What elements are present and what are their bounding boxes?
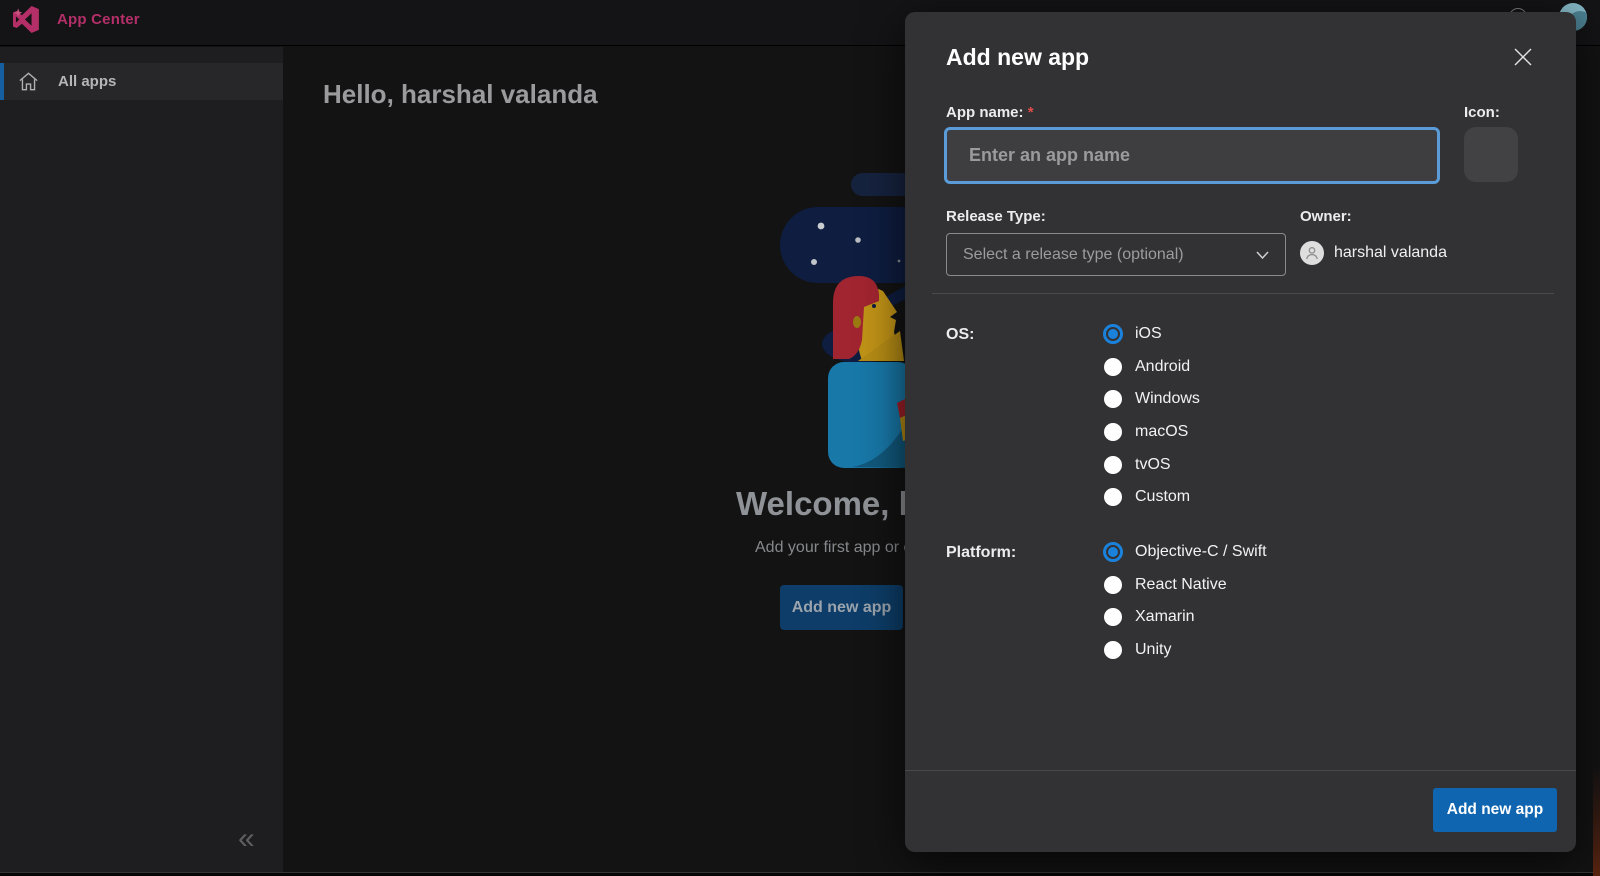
owner-avatar-icon — [1300, 241, 1324, 265]
radio-icon[interactable] — [1104, 455, 1122, 474]
owner-name: harshal valanda — [1334, 244, 1447, 261]
radio-label: Windows — [1135, 390, 1200, 408]
platform-option-xamarin[interactable]: Xamarin — [1103, 601, 1267, 634]
radio-icon[interactable] — [1104, 575, 1122, 594]
submit-add-new-app-button[interactable]: Add new app — [1433, 788, 1557, 832]
radio-selected-icon[interactable] — [1103, 542, 1123, 563]
welcome-subtext: Add your first app or c — [755, 539, 912, 556]
platform-label: Platform: — [946, 544, 1017, 561]
radio-label: Unity — [1135, 641, 1172, 659]
dialog-title: Add new app — [946, 44, 1090, 70]
collapse-sidebar-icon[interactable]: « — [238, 824, 255, 854]
release-type-value: Select a release type (optional) — [963, 245, 1184, 263]
app-icon-placeholder[interactable] — [1464, 127, 1518, 182]
footer-divider — [905, 770, 1576, 771]
radio-label: macOS — [1135, 423, 1189, 441]
radio-icon[interactable] — [1104, 608, 1122, 627]
section-divider — [932, 293, 1554, 294]
os-option-ios[interactable]: iOS — [1103, 318, 1200, 351]
close-icon[interactable] — [1509, 43, 1537, 71]
radio-label: Xamarin — [1135, 608, 1195, 626]
welcome-illustration — [780, 173, 914, 468]
add-new-app-dialog: Add new app App name: * Icon: Release Ty… — [905, 12, 1576, 852]
os-group: OS: iOS Android Windows macOS tvOS Custo… — [946, 318, 1536, 514]
app-center-logo-icon — [13, 6, 40, 33]
radio-selected-icon[interactable] — [1103, 324, 1123, 345]
platform-option-objective-c-swift[interactable]: Objective-C / Swift — [1103, 536, 1267, 569]
window-bottom-edge — [0, 872, 1600, 876]
os-option-custom[interactable]: Custom — [1103, 481, 1200, 514]
radio-icon[interactable] — [1104, 488, 1122, 507]
radio-icon[interactable] — [1104, 423, 1122, 442]
radio-icon[interactable] — [1104, 357, 1122, 376]
icon-label: Icon: — [1464, 104, 1500, 121]
home-icon — [18, 72, 39, 91]
radio-label: React Native — [1135, 575, 1227, 593]
radio-label: Custom — [1135, 488, 1191, 506]
sidebar: All apps « — [0, 47, 283, 872]
radio-icon[interactable] — [1104, 390, 1122, 409]
sidebar-item-all-apps[interactable]: All apps — [0, 63, 283, 100]
owner-label: Owner: — [1300, 208, 1352, 225]
sidebar-item-label: All apps — [58, 73, 117, 90]
release-type-select[interactable]: Select a release type (optional) — [946, 233, 1286, 276]
radio-label: iOS — [1135, 325, 1162, 343]
app-name-label: App name: * — [946, 104, 1034, 121]
platform-group: Platform: Objective-C / Swift React Nati… — [946, 536, 1536, 667]
platform-option-react-native[interactable]: React Native — [1103, 569, 1267, 602]
radio-label: Objective-C / Swift — [1135, 543, 1267, 561]
radio-label: Android — [1135, 357, 1191, 375]
os-option-windows[interactable]: Windows — [1103, 383, 1200, 416]
os-option-macos[interactable]: macOS — [1103, 416, 1200, 449]
app-name-input[interactable] — [944, 127, 1440, 184]
os-option-tvos[interactable]: tvOS — [1103, 448, 1200, 481]
radio-label: tvOS — [1135, 455, 1171, 473]
window-corner-glow — [1593, 766, 1600, 876]
radio-icon[interactable] — [1104, 641, 1122, 660]
add-new-app-button[interactable]: Add new app — [780, 585, 903, 630]
os-option-android[interactable]: Android — [1103, 351, 1200, 384]
chevron-down-icon — [1256, 250, 1269, 259]
release-type-label: Release Type: — [946, 208, 1046, 225]
brand-name: App Center — [57, 11, 140, 28]
os-label: OS: — [946, 326, 975, 343]
required-asterisk: * — [1027, 104, 1034, 121]
app-center-logo[interactable]: App Center — [13, 6, 140, 33]
app-center-window: App Center All apps « Hello, harshal val… — [0, 0, 1600, 876]
greeting-heading: Hello, harshal valanda — [323, 79, 598, 109]
owner-row: harshal valanda — [1300, 241, 1447, 265]
platform-option-unity[interactable]: Unity — [1103, 634, 1267, 667]
